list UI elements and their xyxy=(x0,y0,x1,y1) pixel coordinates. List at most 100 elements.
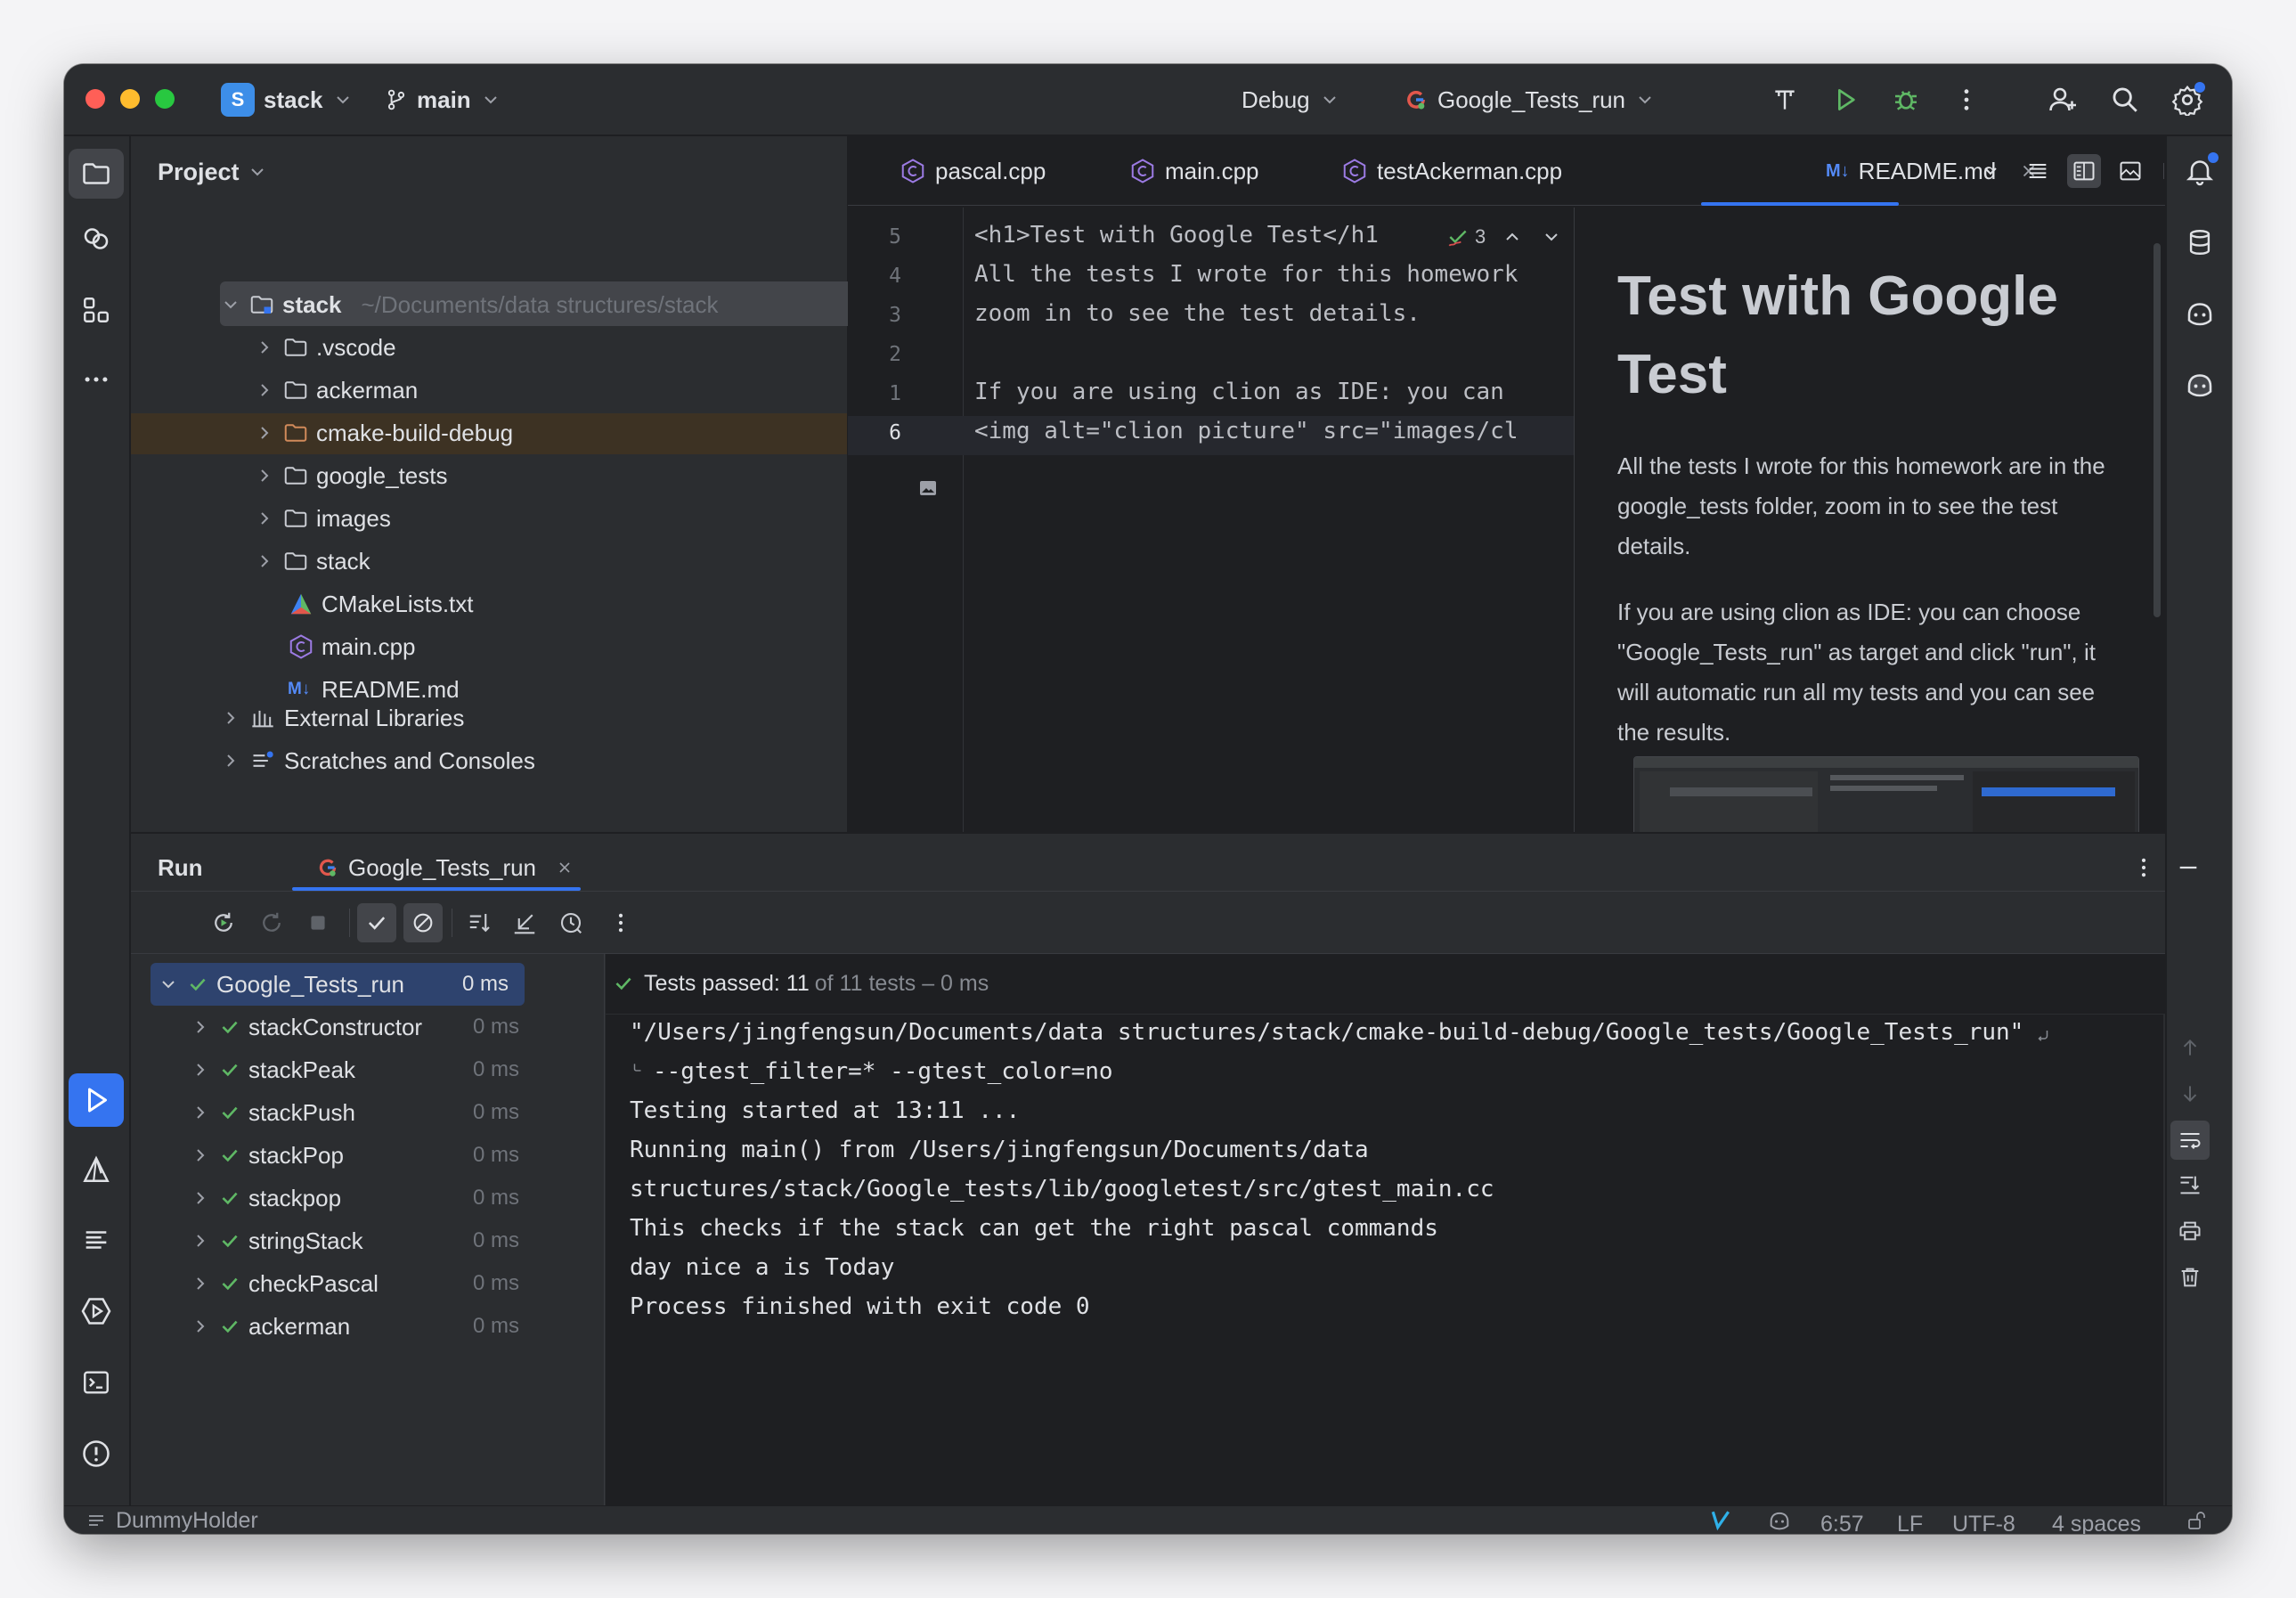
run-config-selector[interactable]: Google_Tests_run xyxy=(1404,82,1656,118)
sort-button[interactable] xyxy=(460,903,500,942)
cmake-tool-button[interactable] xyxy=(76,1149,117,1190)
messages-tool-button[interactable] xyxy=(76,1219,117,1260)
rerun-failed-button[interactable] xyxy=(252,903,291,942)
structure-tool-button[interactable] xyxy=(76,289,117,330)
kotlin-plugin-widget[interactable] xyxy=(1706,1508,1735,1533)
title-bar: S stack main Debug Google_Tests_run xyxy=(64,64,2232,135)
indent-setting[interactable]: 4 spaces xyxy=(2052,1512,2141,1534)
tree-file-cmakelists-txt[interactable]: CMakeLists.txt xyxy=(288,583,474,624)
test-row-stringstack[interactable]: stringStack 0 ms xyxy=(190,1220,519,1261)
test-history-button[interactable] xyxy=(551,903,590,942)
minimize-window-button[interactable] xyxy=(120,89,140,109)
services-tool-button[interactable] xyxy=(76,1291,117,1332)
check-icon xyxy=(222,1235,238,1248)
test-row-stackpop[interactable]: stackpop 0 ms xyxy=(190,1178,519,1219)
search-everywhere-button[interactable] xyxy=(2107,82,2143,118)
scroll-up-button[interactable] xyxy=(2172,1030,2208,1065)
tab-main-cpp[interactable]: main.cpp xyxy=(1129,136,1259,206)
read-only-toggle[interactable] xyxy=(2182,1508,2211,1533)
test-row-stackpop[interactable]: stackPop 0 ms xyxy=(190,1135,519,1176)
build-hammer-button[interactable] xyxy=(1769,84,1801,116)
tree-folder-stack[interactable]: stack xyxy=(254,541,370,582)
stop-button[interactable] xyxy=(298,903,338,942)
close-tab-icon[interactable] xyxy=(556,859,574,876)
tree-folder-ackerman[interactable]: ackerman xyxy=(254,370,418,411)
debug-button[interactable] xyxy=(1890,84,1922,116)
test-row-root[interactable]: Google_Tests_run 0 ms xyxy=(158,964,525,1005)
terminal-tool-button[interactable] xyxy=(76,1362,117,1403)
run-panel-options-button[interactable] xyxy=(2128,850,2160,885)
project-view-selector[interactable]: Project xyxy=(158,154,268,190)
code-with-me-button[interactable] xyxy=(2045,82,2080,118)
chevron-right-icon xyxy=(261,341,269,354)
show-ignored-toggle[interactable] xyxy=(403,903,443,942)
problems-tool-button[interactable] xyxy=(76,1433,117,1474)
more-tools-button[interactable] xyxy=(76,359,117,400)
test-row-stackpush[interactable]: stackPush 0 ms xyxy=(190,1092,519,1133)
tree-folder-vscode[interactable]: .vscode xyxy=(254,327,396,368)
ai-assistant-tool-button[interactable] xyxy=(76,218,117,259)
tree-folder-google-tests[interactable]: google_tests xyxy=(254,455,447,496)
zoom-window-button[interactable] xyxy=(155,89,175,109)
ide-window: S stack main Debug Google_Tests_run Proj… xyxy=(64,64,2232,1534)
tree-folder-images[interactable]: images xyxy=(254,498,391,539)
test-row-ackerman[interactable]: ackerman 0 ms xyxy=(190,1306,519,1347)
tree-external-libraries[interactable]: External Libraries xyxy=(220,697,464,738)
file-encoding[interactable]: UTF-8 xyxy=(1952,1512,2015,1534)
show-passed-toggle[interactable] xyxy=(357,903,396,942)
console-line: Running main() from /Users/jingfengsun/D… xyxy=(630,1137,1369,1163)
soft-wrap-button[interactable] xyxy=(2170,1121,2210,1160)
inspection-widget[interactable]: 3 xyxy=(1446,225,1562,249)
tree-root-stack[interactable]: stack ~/Documents/data structures/stack xyxy=(220,284,719,325)
branch-switcher[interactable]: main xyxy=(385,82,501,118)
project-tool-button[interactable] xyxy=(69,149,124,199)
editor-and-preview-button[interactable] xyxy=(2067,154,2101,188)
tab-list-button[interactable] xyxy=(1974,154,2007,188)
run-toolbar-more-button[interactable] xyxy=(605,903,637,942)
build-config-selector[interactable]: Debug xyxy=(1242,82,1340,118)
run-tab-google-tests[interactable]: Google_Tests_run xyxy=(316,848,574,887)
project-switcher[interactable]: S stack xyxy=(221,82,354,118)
folder-icon xyxy=(83,163,110,184)
tree-folder-cmake-build-debug[interactable]: cmake-build-debug xyxy=(254,412,513,453)
copilot-button[interactable] xyxy=(2179,293,2220,334)
copilot-status-widget[interactable] xyxy=(1765,1508,1794,1533)
chevron-up-icon[interactable] xyxy=(1502,226,1523,248)
scroll-down-button[interactable] xyxy=(2172,1076,2208,1112)
notifications-button[interactable] xyxy=(2179,151,2220,192)
test-name: Google_Tests_run xyxy=(216,970,405,998)
close-window-button[interactable] xyxy=(85,89,105,109)
clock-icon xyxy=(560,912,582,934)
build-config-label: Debug xyxy=(1242,86,1310,113)
hide-panel-button[interactable] xyxy=(2172,850,2204,885)
preview-paragraph-1: All the tests I wrote for this homework … xyxy=(1617,446,2105,567)
clear-console-button[interactable] xyxy=(2172,1260,2208,1295)
folder-icon xyxy=(284,510,307,527)
print-button[interactable] xyxy=(2172,1213,2208,1249)
editor-scrollbar[interactable] xyxy=(2154,243,2161,617)
more-actions-button[interactable] xyxy=(1950,84,1983,116)
database-tool-button[interactable] xyxy=(2179,222,2220,263)
test-row-checkpascal[interactable]: checkPascal 0 ms xyxy=(190,1263,519,1304)
run-tool-button[interactable] xyxy=(69,1073,124,1127)
run-button[interactable] xyxy=(1829,84,1861,116)
editor-only-button[interactable] xyxy=(2021,154,2055,188)
collapse-all-button[interactable] xyxy=(505,903,544,942)
test-row-stackpeak[interactable]: stackPeak 0 ms xyxy=(190,1049,519,1090)
rerun-button[interactable] xyxy=(204,903,243,942)
chevron-down-icon[interactable] xyxy=(1541,226,1562,248)
caret-position[interactable]: 6:57 xyxy=(1820,1512,1864,1534)
test-row-stackconstructor[interactable]: stackConstructor 0 ms xyxy=(190,1007,519,1048)
status-breadcrumb[interactable]: DummyHolder xyxy=(85,1508,258,1533)
preview-only-button[interactable] xyxy=(2113,154,2147,188)
line-separator[interactable]: LF xyxy=(1897,1512,1923,1534)
tree-file-main-cpp[interactable]: main.cpp xyxy=(288,626,416,667)
scroll-to-end-button[interactable] xyxy=(2172,1167,2208,1203)
tab-pascal-cpp[interactable]: pascal.cpp xyxy=(900,136,1046,206)
tree-item-label: stack xyxy=(316,547,370,575)
tree-scratches[interactable]: Scratches and Consoles xyxy=(220,740,535,781)
settings-button[interactable] xyxy=(2170,82,2205,118)
console-line: structures/stack/Google_tests/lib/google… xyxy=(630,1176,1494,1203)
copilot-chat-button[interactable] xyxy=(2179,364,2220,405)
tab-testackerman-cpp[interactable]: testAckerman.cpp xyxy=(1341,136,1562,206)
